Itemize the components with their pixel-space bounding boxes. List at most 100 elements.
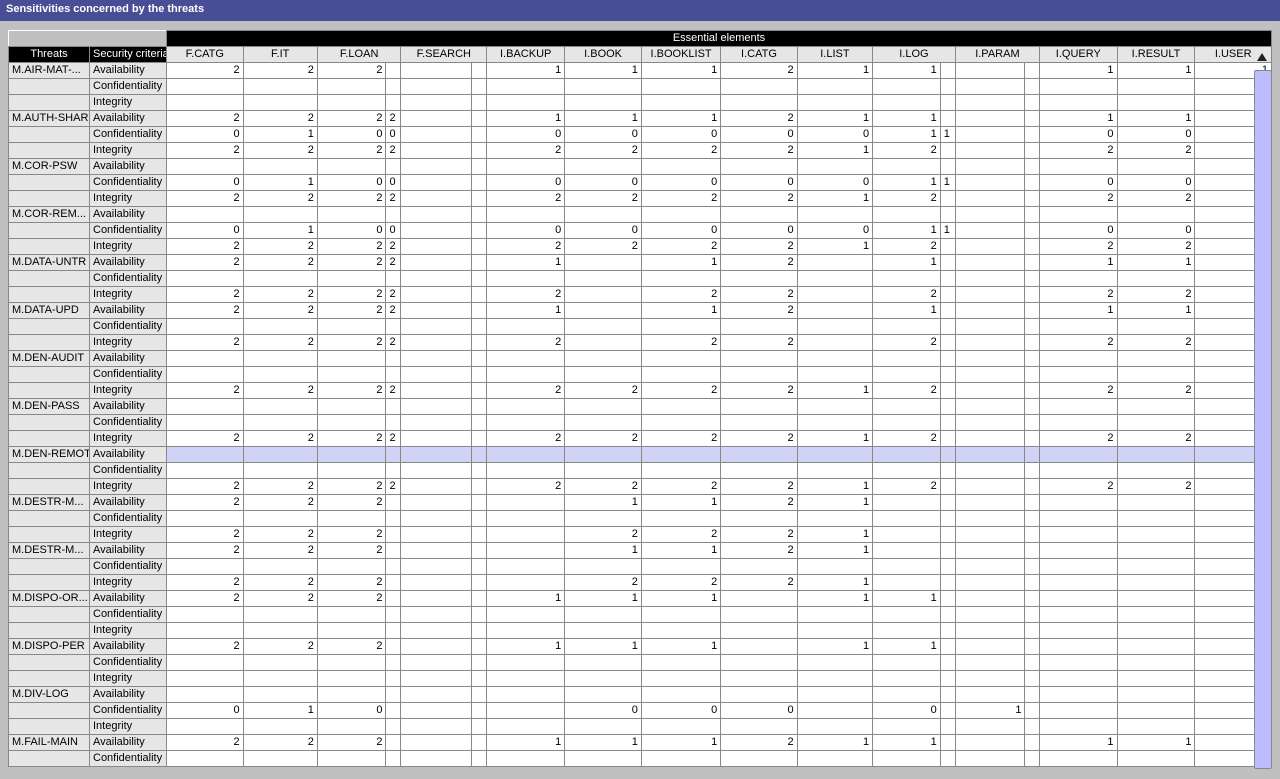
value-cell[interactable] xyxy=(401,63,472,79)
value-cell[interactable]: 2 xyxy=(641,527,720,543)
value-cell[interactable]: 1 xyxy=(797,735,873,751)
value-cell[interactable]: 2 xyxy=(487,287,565,303)
value-cell[interactable] xyxy=(472,223,487,239)
table-row[interactable]: Confidentiality xyxy=(9,271,1272,287)
value-cell[interactable] xyxy=(167,671,244,687)
value-cell[interactable] xyxy=(955,159,1025,175)
value-cell[interactable] xyxy=(565,303,642,319)
value-cell[interactable]: 2 xyxy=(317,63,386,79)
value-cell[interactable]: 2 xyxy=(873,191,941,207)
value-cell[interactable] xyxy=(243,559,317,575)
value-cell[interactable] xyxy=(243,367,317,383)
value-cell[interactable] xyxy=(472,111,487,127)
value-cell[interactable]: 1 xyxy=(487,111,565,127)
value-cell[interactable] xyxy=(1117,543,1195,559)
value-cell[interactable] xyxy=(401,559,472,575)
value-cell[interactable]: 2 xyxy=(386,239,401,255)
value-cell[interactable] xyxy=(940,735,955,751)
value-cell[interactable] xyxy=(1025,607,1040,623)
value-cell[interactable]: 1 xyxy=(1040,111,1117,127)
value-cell[interactable]: 1 xyxy=(873,303,941,319)
value-cell[interactable] xyxy=(1025,351,1040,367)
value-cell[interactable]: 1 xyxy=(873,127,941,143)
value-cell[interactable] xyxy=(797,335,873,351)
value-cell[interactable] xyxy=(1025,671,1040,687)
value-cell[interactable] xyxy=(940,207,955,223)
value-cell[interactable] xyxy=(1025,415,1040,431)
value-cell[interactable]: 1 xyxy=(873,735,941,751)
value-cell[interactable]: 2 xyxy=(243,239,317,255)
value-cell[interactable] xyxy=(1025,399,1040,415)
value-cell[interactable] xyxy=(873,751,941,767)
value-cell[interactable] xyxy=(721,367,797,383)
value-cell[interactable] xyxy=(401,735,472,751)
value-cell[interactable] xyxy=(797,655,873,671)
value-cell[interactable] xyxy=(401,431,472,447)
value-cell[interactable]: 2 xyxy=(641,383,720,399)
value-cell[interactable]: 1 xyxy=(487,735,565,751)
value-cell[interactable] xyxy=(1025,591,1040,607)
value-cell[interactable] xyxy=(565,351,642,367)
value-cell[interactable] xyxy=(1117,671,1195,687)
value-cell[interactable] xyxy=(487,495,565,511)
value-cell[interactable] xyxy=(1040,591,1117,607)
value-cell[interactable] xyxy=(1117,607,1195,623)
value-cell[interactable] xyxy=(565,719,642,735)
value-cell[interactable] xyxy=(167,95,244,111)
col-header[interactable]: F.LOAN xyxy=(317,47,401,63)
value-cell[interactable] xyxy=(386,207,401,223)
value-cell[interactable] xyxy=(1040,559,1117,575)
value-cell[interactable] xyxy=(797,367,873,383)
value-cell[interactable] xyxy=(940,511,955,527)
value-cell[interactable] xyxy=(940,575,955,591)
value-cell[interactable]: 2 xyxy=(1117,191,1195,207)
value-cell[interactable]: 2 xyxy=(721,255,797,271)
value-cell[interactable]: 1 xyxy=(641,735,720,751)
value-cell[interactable] xyxy=(472,639,487,655)
value-cell[interactable] xyxy=(641,351,720,367)
value-cell[interactable] xyxy=(1117,559,1195,575)
value-cell[interactable] xyxy=(487,703,565,719)
value-cell[interactable] xyxy=(487,159,565,175)
value-cell[interactable] xyxy=(955,447,1025,463)
table-row[interactable]: M.DEN-REMOTAvailability xyxy=(9,447,1272,463)
value-cell[interactable]: 2 xyxy=(873,287,941,303)
value-cell[interactable]: 1 xyxy=(243,127,317,143)
value-cell[interactable] xyxy=(641,751,720,767)
value-cell[interactable]: 0 xyxy=(873,703,941,719)
value-cell[interactable] xyxy=(472,207,487,223)
value-cell[interactable]: 1 xyxy=(873,63,941,79)
value-cell[interactable] xyxy=(1117,527,1195,543)
value-cell[interactable] xyxy=(1025,751,1040,767)
value-cell[interactable]: 2 xyxy=(243,495,317,511)
table-row[interactable]: Integrity2222222212222 xyxy=(9,431,1272,447)
value-cell[interactable] xyxy=(317,271,386,287)
value-cell[interactable] xyxy=(940,703,955,719)
value-cell[interactable] xyxy=(955,511,1025,527)
value-cell[interactable] xyxy=(797,319,873,335)
value-cell[interactable]: 2 xyxy=(167,575,244,591)
value-cell[interactable] xyxy=(401,415,472,431)
value-cell[interactable]: 0 xyxy=(797,175,873,191)
value-cell[interactable]: 2 xyxy=(565,575,642,591)
value-cell[interactable]: 2 xyxy=(167,639,244,655)
value-cell[interactable] xyxy=(1040,655,1117,671)
value-cell[interactable]: 1 xyxy=(955,703,1025,719)
value-cell[interactable] xyxy=(955,367,1025,383)
value-cell[interactable]: 0 xyxy=(721,175,797,191)
value-cell[interactable] xyxy=(1025,175,1040,191)
value-cell[interactable]: 0 xyxy=(317,175,386,191)
value-cell[interactable] xyxy=(955,111,1025,127)
value-cell[interactable] xyxy=(797,95,873,111)
value-cell[interactable]: 2 xyxy=(565,383,642,399)
value-cell[interactable]: 2 xyxy=(317,287,386,303)
value-cell[interactable] xyxy=(472,735,487,751)
value-cell[interactable] xyxy=(472,527,487,543)
value-cell[interactable] xyxy=(873,543,941,559)
table-row[interactable]: Confidentiality01000000011002 xyxy=(9,175,1272,191)
value-cell[interactable]: 1 xyxy=(641,111,720,127)
value-cell[interactable] xyxy=(565,655,642,671)
table-row[interactable]: M.DATA-UNTRAvailability22221121111 xyxy=(9,255,1272,271)
value-cell[interactable] xyxy=(955,255,1025,271)
value-cell[interactable] xyxy=(873,655,941,671)
